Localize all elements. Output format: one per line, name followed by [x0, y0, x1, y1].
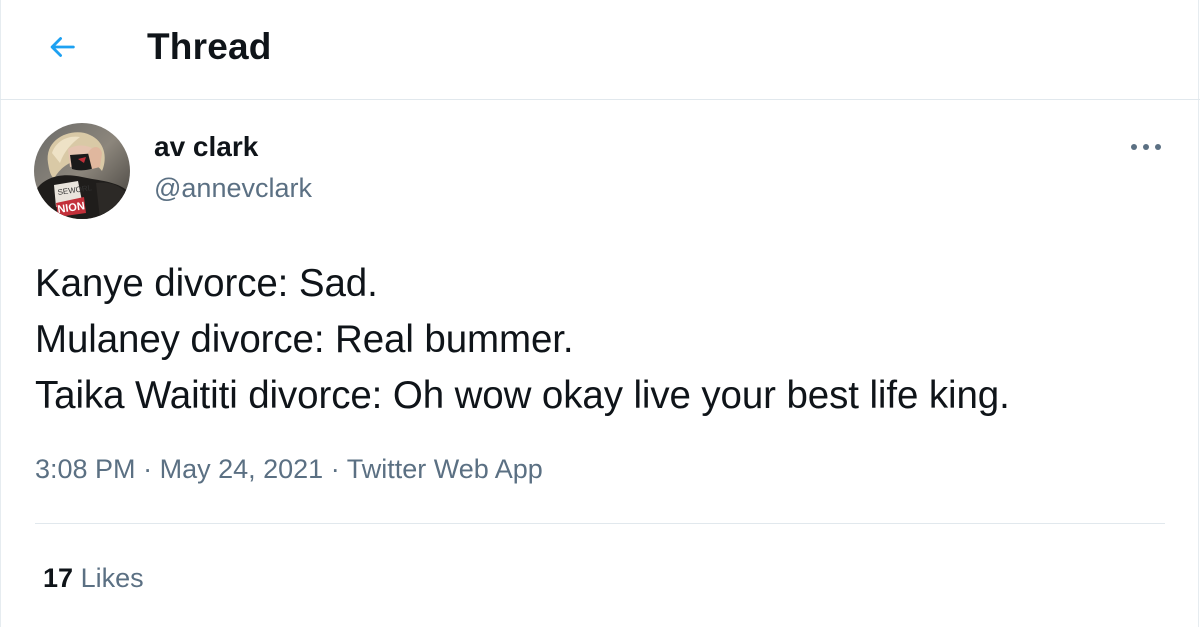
- tweet-text: Kanye divorce: Sad. Mulaney divorce: Rea…: [35, 256, 1175, 424]
- divider: [35, 523, 1165, 524]
- avatar[interactable]: SEWORL NION: [34, 123, 130, 219]
- tweet-metadata: 3:08 PM · May 24, 2021 · Twitter Web App: [35, 454, 543, 485]
- tweet-text-line: Kanye divorce: Sad.: [35, 262, 378, 305]
- more-horizontal-icon: [1131, 144, 1161, 150]
- meta-separator: ·: [330, 454, 340, 484]
- author-display-name[interactable]: av clark: [154, 131, 258, 163]
- page-title: Thread: [147, 26, 272, 67]
- tweet-date-link[interactable]: May 24, 2021: [160, 454, 324, 484]
- likes-count: 17: [43, 563, 74, 593]
- likes-link[interactable]: 17 Likes: [43, 563, 144, 594]
- arrow-left-icon: [50, 37, 75, 57]
- tweet-source-link[interactable]: Twitter Web App: [347, 454, 543, 484]
- likes-label: Likes: [80, 563, 144, 593]
- avatar-image: SEWORL NION: [34, 123, 130, 219]
- meta-separator: ·: [143, 454, 153, 484]
- tweet-time-link[interactable]: 3:08 PM: [35, 454, 136, 484]
- more-options-button[interactable]: [1122, 130, 1170, 164]
- tweet-text-line: Mulaney divorce: Real bummer.: [35, 318, 574, 361]
- tweet-text-line: Taika Waititi divorce: Oh wow okay live …: [35, 374, 1010, 417]
- back-button[interactable]: [32, 24, 92, 70]
- thread-header: Thread: [0, 0, 1200, 100]
- author-handle[interactable]: @annevclark: [154, 173, 312, 204]
